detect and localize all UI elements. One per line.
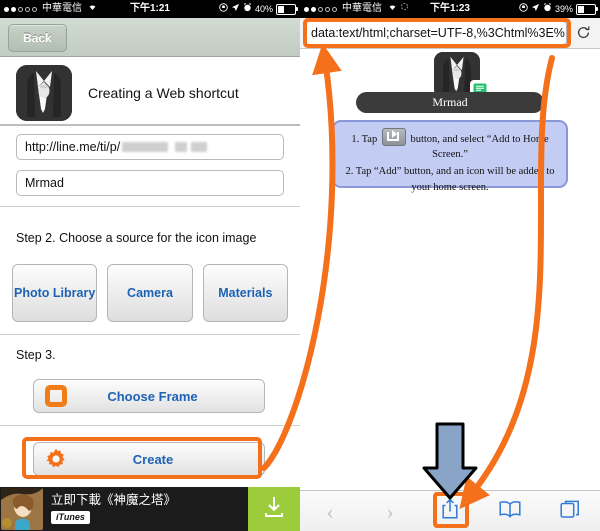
wifi-icon: [387, 0, 398, 18]
choose-frame-button[interactable]: Choose Frame: [33, 379, 265, 413]
ad-text-block: 立即下載《神魔之塔》 iTunes: [51, 493, 177, 525]
toolbar-back-button[interactable]: ‹: [300, 491, 360, 531]
materials-button[interactable]: Materials: [202, 264, 288, 322]
wifi-icon: [87, 0, 98, 18]
alarm-clock-icon: [543, 0, 552, 18]
navigation-bar: Back: [0, 18, 300, 57]
icon-source-buttons: Photo Library Camera Materials: [12, 264, 288, 322]
instruction-line2: 2. Tap “Add” button, and an icon will be…: [345, 166, 555, 193]
divider-2: [0, 206, 300, 207]
location-arrow-icon: [531, 0, 540, 18]
tabs-icon: [559, 498, 581, 525]
address-bar-highlight-box: [303, 18, 571, 48]
rotation-lock-icon: [519, 0, 528, 18]
battery-percent-label: 40%: [254, 4, 273, 14]
ad-banner[interactable]: 立即下載《神魔之塔》 iTunes: [0, 487, 300, 531]
alarm-clock-icon: [243, 0, 252, 18]
sync-spinner-icon: [400, 0, 409, 18]
screenshot-root: 中華電信 下午1:21 40% Back Creating a Web shor…: [0, 0, 600, 531]
status-icons: 40%: [219, 0, 300, 18]
toolbar-forward-button[interactable]: ›: [360, 491, 420, 531]
instruction-box: 1. Tap button, and select “Add to Home S…: [332, 120, 568, 193]
left-panel-shortcut-app: 中華電信 下午1:21 40% Back Creating a Web shor…: [0, 0, 300, 531]
signal-strength: 中華電信: [0, 0, 98, 18]
suit-tie-icon: [16, 65, 72, 121]
download-icon: [262, 495, 286, 524]
ad-app-icon: [1, 488, 43, 530]
itunes-badge: iTunes: [51, 511, 90, 525]
divider-4: [0, 425, 300, 426]
share-button-highlight-box: [433, 492, 469, 528]
app-header-row: Creating a Web shortcut: [0, 62, 300, 124]
choose-frame-label: Choose Frame: [107, 388, 198, 404]
shortcut-name-pill: Mrmad: [356, 92, 544, 113]
url-input-value: http://line.me/ti/p/: [25, 140, 121, 154]
name-input[interactable]: Mrmad: [16, 170, 284, 196]
right-panel-safari: 中華電信 下午1:23 39% data:text/html;charset=U…: [300, 0, 600, 531]
signal-strength: 中華電信: [300, 0, 409, 18]
carrier-label: 中華電信: [42, 3, 82, 14]
status-bar-right: 中華電信 下午1:23 39%: [300, 0, 600, 18]
rotation-lock-icon: [219, 0, 228, 18]
status-icons: 39%: [519, 0, 600, 18]
chevron-right-icon: ›: [386, 498, 394, 524]
step2-label: Step 2. Choose a source for the icon ima…: [16, 231, 257, 245]
redacted-block: [175, 142, 188, 152]
reload-icon[interactable]: [576, 25, 592, 41]
status-bar-left: 中華電信 下午1:21 40%: [0, 0, 300, 18]
toolbar-bookmarks-button[interactable]: [480, 491, 540, 531]
ad-headline: 立即下載《神魔之塔》: [51, 493, 177, 508]
location-arrow-icon: [231, 0, 240, 18]
divider-1: [0, 124, 300, 126]
divider-3: [0, 334, 300, 335]
battery-icon: [276, 3, 298, 15]
instruction-line1-prefix: 1. Tap: [351, 134, 378, 145]
step3-label: Step 3.: [16, 348, 56, 362]
toolbar-tabs-button[interactable]: [540, 491, 600, 531]
carrier-label: 中華電信: [342, 3, 382, 14]
redacted-block: [122, 142, 169, 152]
ad-download-button[interactable]: [248, 487, 300, 531]
battery-percent-label: 39%: [554, 4, 573, 14]
page-title: Creating a Web shortcut: [88, 85, 239, 101]
camera-button[interactable]: Camera: [107, 264, 193, 322]
photo-library-button[interactable]: Photo Library: [12, 264, 98, 322]
instruction-line1-suffix: button, and select “Add to Home Screen.”: [410, 134, 549, 161]
back-button[interactable]: Back: [8, 24, 67, 52]
name-input-value: Mrmad: [25, 176, 64, 190]
chevron-left-icon: ‹: [326, 498, 334, 524]
battery-icon: [576, 3, 598, 15]
create-highlight-box: [22, 437, 262, 479]
redacted-block: [191, 142, 208, 152]
book-icon: [498, 499, 522, 524]
url-input[interactable]: http://line.me/ti/p/: [16, 134, 284, 160]
share-icon: [381, 128, 406, 146]
